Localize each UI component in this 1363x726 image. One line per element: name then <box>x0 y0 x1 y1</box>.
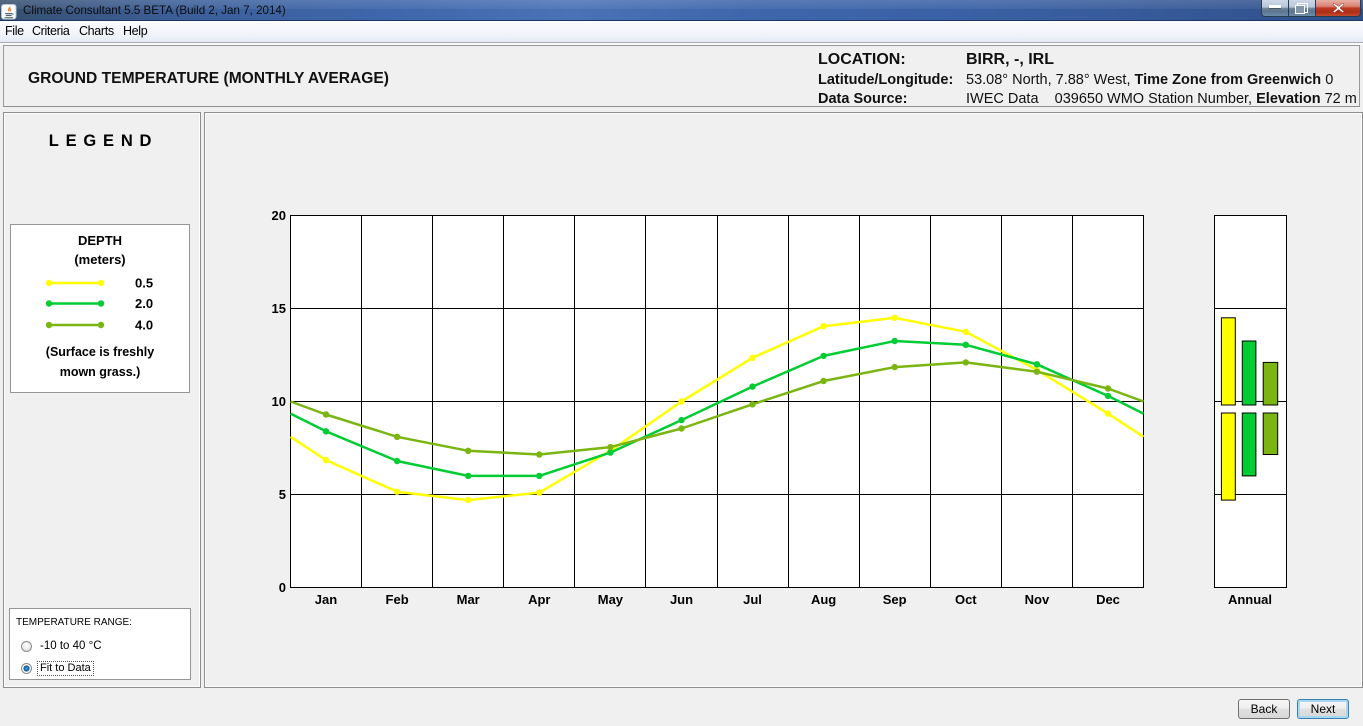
svg-text:Annual: Annual <box>1228 592 1272 607</box>
svg-text:Nov: Nov <box>1025 592 1050 607</box>
svg-text:Jul: Jul <box>743 592 762 607</box>
svg-text:0: 0 <box>279 580 286 595</box>
svg-text:Aug: Aug <box>811 592 836 607</box>
svg-text:15: 15 <box>272 301 286 316</box>
svg-text:2.0: 2.0 <box>135 296 153 311</box>
svg-text:May: May <box>598 592 624 607</box>
svg-text:Dec: Dec <box>1096 592 1120 607</box>
svg-text:Apr: Apr <box>528 592 550 607</box>
svg-text:0.5: 0.5 <box>135 276 153 291</box>
svg-text:Oct: Oct <box>955 592 977 607</box>
svg-text:20: 20 <box>272 208 286 223</box>
svg-text:Feb: Feb <box>386 592 409 607</box>
svg-text:4.0: 4.0 <box>135 318 153 333</box>
svg-text:mown grass.): mown grass.) <box>60 365 141 379</box>
svg-text:DEPTH: DEPTH <box>78 233 122 248</box>
svg-text:5: 5 <box>279 487 286 502</box>
svg-text:10: 10 <box>272 394 286 409</box>
svg-text:Jun: Jun <box>670 592 693 607</box>
svg-text:Sep: Sep <box>883 592 907 607</box>
svg-text:(meters): (meters) <box>74 252 125 267</box>
svg-text:Mar: Mar <box>457 592 480 607</box>
svg-text:(Surface is freshly: (Surface is freshly <box>46 345 154 359</box>
svg-text:Jan: Jan <box>315 592 337 607</box>
